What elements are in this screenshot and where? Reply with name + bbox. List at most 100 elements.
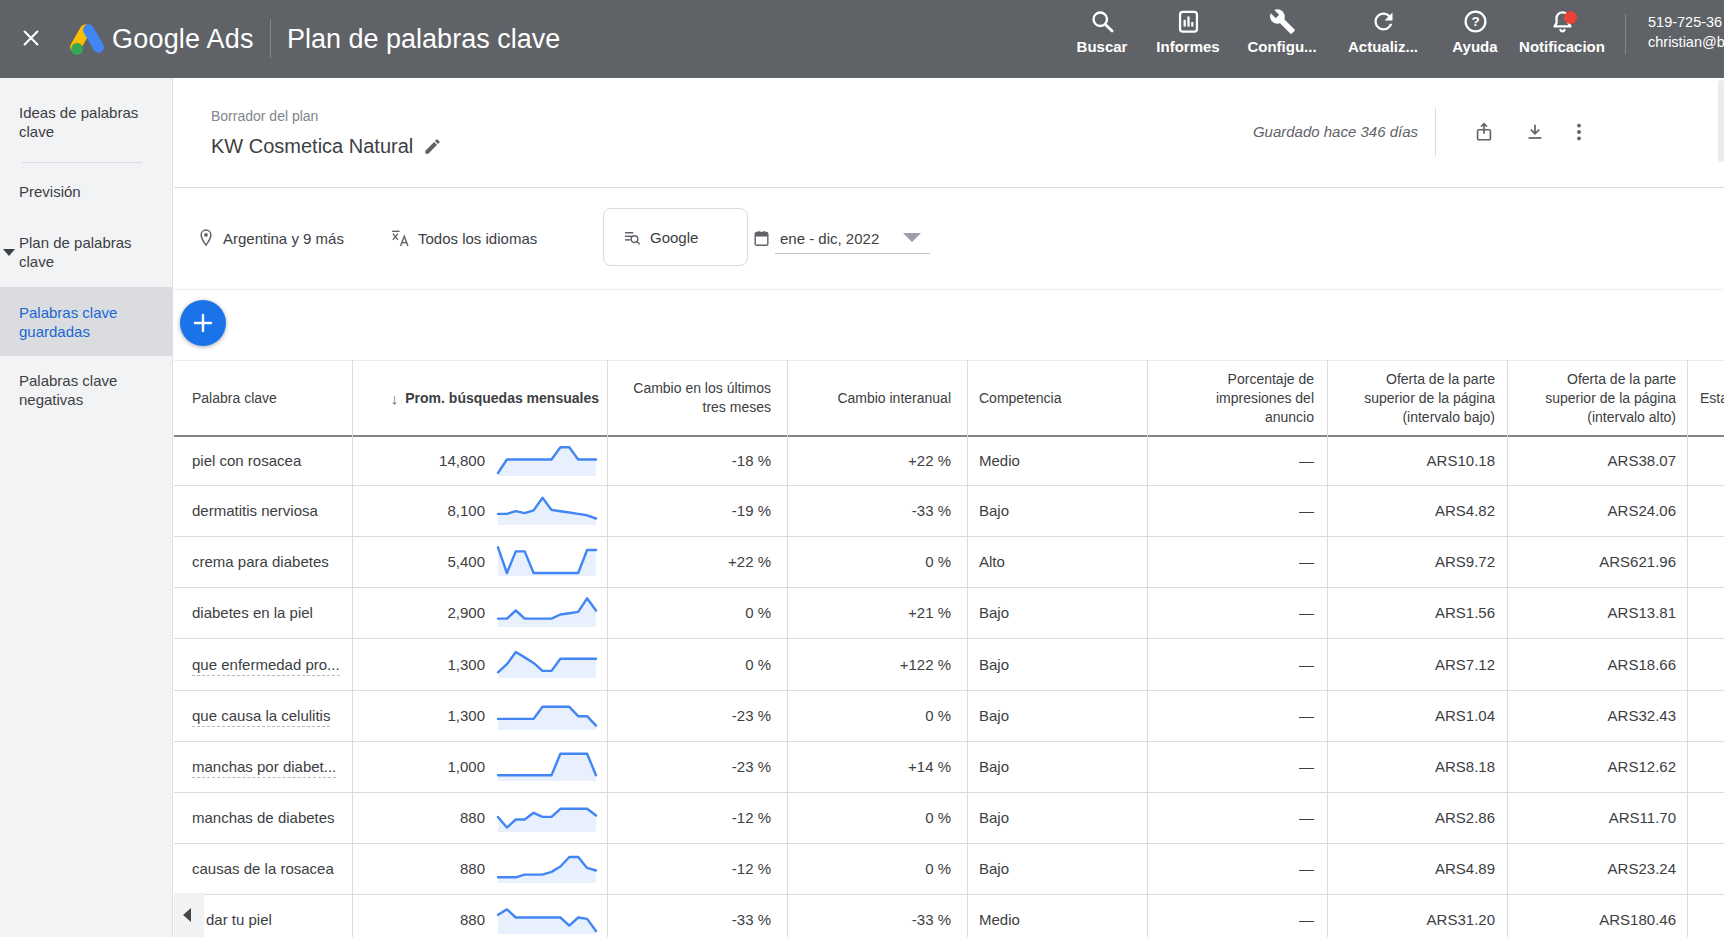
column-header-label: Cambio interanual	[837, 389, 951, 408]
cell-keyword: manchas por diabet...	[174, 742, 352, 792]
cell-competition: Alto	[967, 537, 1147, 587]
notification-badge	[1564, 11, 1577, 24]
cell-impression-share: —	[1147, 844, 1327, 894]
settings-icon	[1269, 8, 1296, 35]
sidebar-item-3[interactable]: Plan de palabras clave	[0, 226, 173, 278]
cell-top-bid-low: ARS2.86	[1327, 793, 1507, 843]
sidebar-item-1[interactable]: Ideas de palabras clave	[0, 96, 173, 148]
column-header-9[interactable]: Estado	[1687, 361, 1724, 435]
edit-pencil-icon[interactable]	[423, 137, 442, 156]
cell-avg-searches: 880	[352, 895, 485, 937]
expand-caret-icon[interactable]	[3, 249, 15, 256]
cell-top-bid-high: ARS13.81	[1507, 588, 1687, 638]
cell-avg-searches: 880	[352, 844, 485, 894]
column-header-3[interactable]: Cambio en los últimos tres meses	[607, 361, 787, 435]
column-header-label: Competencia	[979, 389, 1062, 408]
column-divider	[1327, 360, 1328, 937]
cell-top-bid-low: ARS1.04	[1327, 691, 1507, 741]
search-trend-sparkline	[495, 698, 599, 730]
cell-top-bid-high: ARS180.46	[1507, 895, 1687, 937]
column-header-label: Oferta de la parte superior de la página…	[1364, 370, 1495, 427]
cell-avg-searches: 14,800	[352, 437, 485, 485]
column-divider	[352, 360, 353, 937]
cell-three-month-change: +22 %	[607, 537, 787, 587]
date-dropdown-caret-icon[interactable]	[903, 233, 921, 242]
cell-competition: Bajo	[967, 691, 1147, 741]
search-trend-sparkline	[495, 595, 599, 627]
cell-avg-searches: 8,100	[352, 486, 485, 536]
cell-impression-share: —	[1147, 588, 1327, 638]
cell-top-bid-high: ARS32.43	[1507, 691, 1687, 741]
cell-top-bid-low: ARS1.56	[1327, 588, 1507, 638]
sidebar-item-5[interactable]: Palabras clave negativas	[0, 356, 173, 424]
account-info[interactable]: 519-725-36 christian@b	[1648, 12, 1724, 52]
search-trend-sparkline	[495, 544, 599, 576]
cell-keyword: dermatitis nerviosa	[174, 486, 352, 536]
column-header-label: Prom. búsquedas mensuales	[405, 389, 599, 408]
add-keywords-button[interactable]	[180, 300, 226, 346]
cell-three-month-change: 0 %	[607, 639, 787, 690]
table-row-5[interactable]: que enfermedad pro...1,3000 %+122 %Bajo—…	[174, 639, 1724, 691]
cell-keyword: que enfermedad pro...	[174, 639, 352, 690]
keyword-plan-page: Google Ads Plan de palabras clave Buscar…	[0, 0, 1724, 937]
language-filter[interactable]: Todos los idiomas	[390, 224, 537, 252]
cell-impression-share: —	[1147, 742, 1327, 792]
sidebar-item-4[interactable]: Palabras clave guardadas	[0, 287, 173, 356]
column-header-6[interactable]: Porcentaje de impresiones del anuncio	[1147, 361, 1327, 435]
table-row-2[interactable]: dermatitis nerviosa8,100-19 %-33 %Bajo—A…	[174, 486, 1724, 537]
sidebar-item-label: Palabras clave negativas	[0, 371, 160, 409]
column-header-7[interactable]: Oferta de la parte superior de la página…	[1327, 361, 1507, 435]
appbar-divider	[270, 19, 271, 58]
cell-impression-share: —	[1147, 793, 1327, 843]
vertical-scrollbar[interactable]	[1718, 80, 1724, 162]
more-options-icon[interactable]	[1568, 121, 1590, 143]
cell-top-bid-high: ARS38.07	[1507, 437, 1687, 485]
table-row-7[interactable]: manchas por diabet...1,000-23 %+14 %Bajo…	[174, 742, 1724, 793]
cell-top-bid-low: ARS7.12	[1327, 639, 1507, 690]
scroll-left-arrow-icon	[183, 908, 191, 922]
share-icon[interactable]	[1473, 121, 1495, 143]
table-row-9[interactable]: causas de la rosacea880-12 %0 %Bajo—ARS4…	[174, 844, 1724, 895]
cell-yoy-change: 0 %	[787, 691, 967, 741]
column-header-1[interactable]: Palabra clave	[174, 361, 352, 435]
sidebar-item-label: Plan de palabras clave	[0, 233, 160, 271]
column-header-4[interactable]: Cambio interanual	[787, 361, 967, 435]
column-header-5[interactable]: Competencia	[967, 361, 1147, 435]
cell-competition: Bajo	[967, 844, 1147, 894]
download-icon[interactable]	[1524, 121, 1546, 143]
saved-status: Guardado hace 346 días	[1253, 123, 1418, 140]
network-filter[interactable]: Google	[603, 208, 748, 266]
cell-yoy-change: 0 %	[787, 537, 967, 587]
date-range-filter[interactable]: ene - dic, 2022	[752, 224, 879, 252]
cell-top-bid-high: ARS621.96	[1507, 537, 1687, 587]
location-pin-icon	[196, 228, 216, 248]
section-divider-2	[174, 289, 1724, 290]
column-header-label: Oferta de la parte superior de la página…	[1545, 370, 1676, 427]
cell-avg-searches: 880	[352, 793, 485, 843]
table-row-10[interactable]: dar tu piel880-33 %-33 %Medio—ARS31.20AR…	[174, 895, 1724, 937]
table-row-4[interactable]: diabetes en la piel2,9000 %+21 %Bajo—ARS…	[174, 588, 1724, 639]
cell-yoy-change: 0 %	[787, 793, 967, 843]
table-row-3[interactable]: crema para diabetes5,400+22 %0 %Alto—ARS…	[174, 537, 1724, 588]
date-range-label: ene - dic, 2022	[780, 230, 879, 247]
nav-notifications[interactable]: Notificaciones	[1502, 8, 1622, 60]
cell-impression-share: —	[1147, 437, 1327, 485]
close-icon[interactable]	[20, 27, 42, 49]
search-trend-sparkline	[495, 851, 599, 883]
cell-yoy-change: +22 %	[787, 437, 967, 485]
cell-avg-searches: 2,900	[352, 588, 485, 638]
cell-three-month-change: -33 %	[607, 895, 787, 937]
table-row-8[interactable]: manchas de diabetes880-12 %0 %Bajo—ARS2.…	[174, 793, 1724, 844]
sidebar-item-2[interactable]: Previsión	[0, 168, 173, 214]
toolbar-divider	[1435, 108, 1436, 156]
location-filter[interactable]: Argentina y 9 más	[196, 224, 344, 252]
scroll-left-button[interactable]	[174, 893, 204, 937]
cell-competition: Bajo	[967, 793, 1147, 843]
table-row-6[interactable]: que causa la celulitis1,300-23 %0 %Bajo—…	[174, 691, 1724, 742]
cell-top-bid-low: ARS4.82	[1327, 486, 1507, 536]
table-row-1[interactable]: piel con rosacea14,800-18 %+22 %Medio—AR…	[174, 437, 1724, 486]
cell-top-bid-low: ARS4.89	[1327, 844, 1507, 894]
column-header-2[interactable]: ↓Prom. búsquedas mensuales	[352, 361, 607, 435]
cell-three-month-change: -23 %	[607, 742, 787, 792]
column-header-8[interactable]: Oferta de la parte superior de la página…	[1507, 361, 1687, 435]
